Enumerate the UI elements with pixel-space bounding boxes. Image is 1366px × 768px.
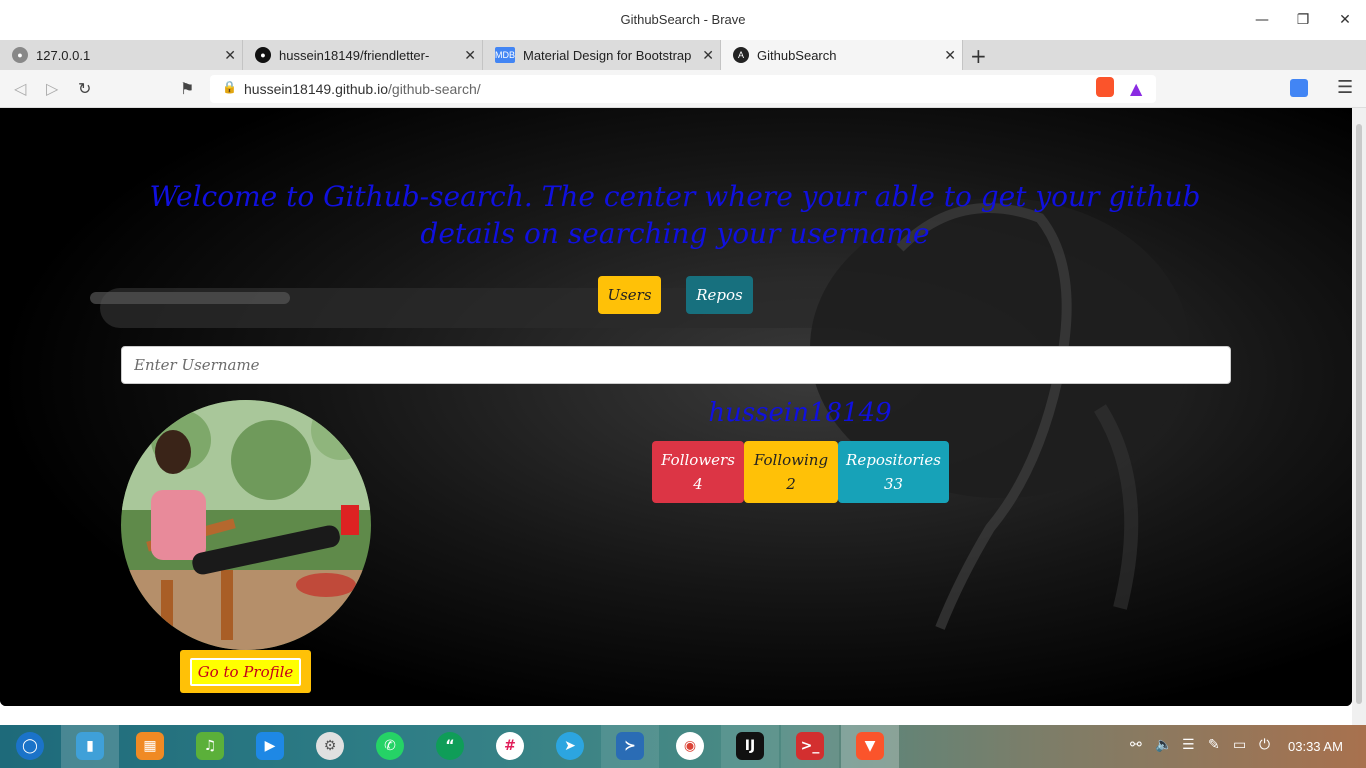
translate-icon[interactable]	[1290, 79, 1308, 97]
following-count: 2	[786, 475, 796, 493]
terminal-icon[interactable]: >_	[796, 732, 824, 760]
username-search-input[interactable]	[121, 346, 1231, 384]
url-text: hussein18149.github.io/github-search/	[244, 81, 481, 97]
tab-friendletter[interactable]: ● hussein18149/friendletter- ✕	[243, 40, 483, 70]
menu-icon[interactable]: ☰	[1337, 77, 1353, 98]
whatsapp-icon[interactable]: ✆	[376, 732, 404, 760]
address-bar[interactable]: 🔒 hussein18149.github.io/github-search/ …	[210, 75, 1156, 103]
repositories-badge: Repositories 33	[838, 441, 949, 503]
repositories-label: Repositories	[846, 451, 941, 469]
new-tab-icon[interactable]: +	[970, 44, 987, 68]
file-manager-icon[interactable]: ▮	[76, 732, 104, 760]
window-titlebar: GithubSearch - Brave — ❐ ✕	[0, 0, 1366, 40]
back-icon[interactable]: ◁	[14, 79, 26, 98]
globe-icon: ●	[12, 47, 28, 63]
followers-badge: Followers 4	[652, 441, 744, 503]
telegram-icon[interactable]: ➤	[556, 732, 584, 760]
launcher-icon[interactable]: ◯	[16, 732, 44, 760]
close-tab-icon[interactable]: ✕	[224, 47, 236, 64]
tab-label: 127.0.0.1	[36, 47, 91, 63]
settings-gear-icon[interactable]: ⚙	[316, 732, 344, 760]
forward-icon[interactable]: ▷	[46, 79, 58, 98]
video-player-icon[interactable]: ▶	[256, 732, 284, 760]
power-icon[interactable]: ⏻	[1259, 737, 1270, 753]
pen-icon[interactable]: ✎	[1208, 737, 1220, 753]
bookmark-icon[interactable]: ⚑	[180, 79, 194, 98]
mdb-icon: MDB	[495, 47, 515, 63]
following-label: Following	[753, 451, 829, 469]
close-tab-icon[interactable]: ✕	[464, 47, 476, 64]
tab-label: GithubSearch	[757, 47, 837, 63]
go-to-profile-button[interactable]: Go to Profile	[180, 650, 311, 693]
following-badge: Following 2	[744, 441, 838, 503]
page-viewport: Welcome to Github-search. The center whe…	[0, 108, 1352, 706]
profile-avatar	[121, 400, 371, 650]
hangouts-icon[interactable]: “	[436, 732, 464, 760]
browser-toolbar: ◁ ▷ ↻ ⚑ 🔒 hussein18149.github.io/github-…	[0, 70, 1366, 108]
users-button[interactable]: Users	[598, 276, 661, 314]
brave-shields-icon[interactable]	[1096, 77, 1114, 97]
slack-icon[interactable]: #	[496, 732, 524, 760]
battery-icon[interactable]: ▭	[1233, 737, 1246, 753]
tab-mdb[interactable]: MDB Material Design for Bootstrap ✕	[483, 40, 721, 70]
close-tab-icon[interactable]: ✕	[702, 47, 714, 64]
reload-icon[interactable]: ↻	[78, 79, 91, 98]
github-username: hussein18149	[708, 398, 892, 428]
minimize-icon[interactable]: —	[1250, 8, 1274, 32]
music-icon[interactable]: ♫	[196, 732, 224, 760]
followers-count: 4	[693, 475, 703, 493]
lock-icon: 🔒	[222, 80, 237, 94]
chrome-icon[interactable]: ◉	[676, 732, 704, 760]
repositories-count: 33	[883, 475, 904, 493]
usb-icon[interactable]: ⚯	[1130, 737, 1142, 753]
page-headline: Welcome to Github-search. The center whe…	[149, 180, 1201, 250]
system-taskbar: ◯ ▮ ▦ ♫ ▶ ⚙ ✆ “ # ➤ ≻ ◉ IJ >_ ▼ ⚯ 🔈 ☰ ✎ …	[0, 725, 1366, 768]
app-store-icon[interactable]: ▦	[136, 732, 164, 760]
brave-icon[interactable]: ▼	[856, 732, 884, 760]
tab-localhost[interactable]: ● 127.0.0.1 ✕	[0, 40, 243, 70]
github-icon: ●	[255, 47, 271, 63]
go-to-profile-label: Go to Profile	[189, 657, 302, 686]
close-window-icon[interactable]: ✕	[1333, 8, 1357, 32]
followers-label: Followers	[661, 451, 735, 469]
tab-strip: ● 127.0.0.1 ✕ ● hussein18149/friendlette…	[0, 40, 1366, 70]
vscode-icon[interactable]: ≻	[616, 732, 644, 760]
angular-icon: A	[733, 47, 749, 63]
tab-githubsearch[interactable]: A GithubSearch ✕	[721, 40, 963, 70]
brave-rewards-icon[interactable]: ▲	[1130, 79, 1142, 98]
wifi-icon[interactable]: ☰	[1182, 737, 1195, 753]
tab-label: Material Design for Bootstrap	[523, 47, 692, 63]
scrollbar-thumb[interactable]	[1356, 124, 1362, 704]
system-clock[interactable]: 03:33 AM	[1288, 739, 1343, 754]
window-title: GithubSearch - Brave	[620, 12, 746, 27]
repos-button[interactable]: Repos	[686, 276, 753, 314]
page-scrollbar[interactable]	[1352, 108, 1366, 725]
close-tab-icon[interactable]: ✕	[944, 47, 956, 64]
tab-label: hussein18149/friendletter-	[279, 47, 430, 63]
maximize-icon[interactable]: ❐	[1291, 8, 1315, 32]
volume-icon[interactable]: 🔈	[1155, 737, 1172, 753]
intellij-icon[interactable]: IJ	[736, 732, 764, 760]
page-bottom-margin	[0, 706, 1352, 725]
